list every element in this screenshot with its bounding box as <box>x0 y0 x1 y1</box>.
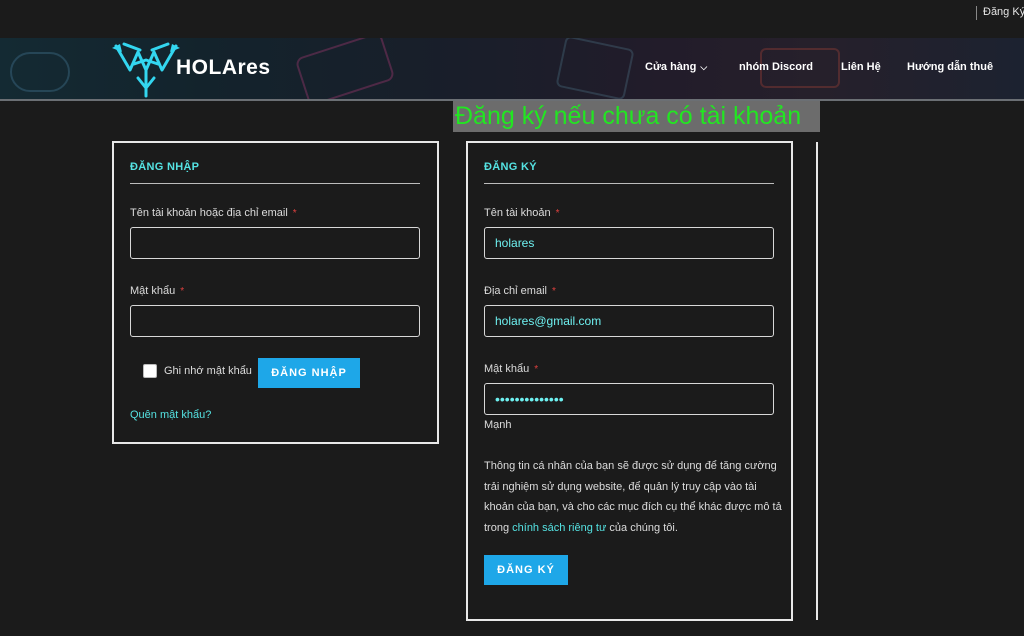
register-username-input[interactable]: holares <box>484 227 774 259</box>
login-username-input[interactable] <box>130 227 420 259</box>
register-form: ĐĂNG KÝ Tên tài khoản * holares Địa chỉ e… <box>466 141 793 621</box>
remember-me-checkbox[interactable] <box>143 364 157 378</box>
register-email-label-text: Địa chỉ email <box>484 285 547 297</box>
privacy-notice: Thông tin cá nhân của bạn sẽ được sử dụn… <box>484 456 784 538</box>
required-marker: * <box>551 286 556 297</box>
login-password-label-text: Mật khẩu <box>130 285 176 297</box>
nav-item-contact[interactable]: Liên Hệ <box>841 61 881 73</box>
header-decor <box>555 38 635 100</box>
login-username-label: Tên tài khoản hoặc địa chỉ email * <box>130 207 297 219</box>
sidebar-divider <box>816 142 818 620</box>
register-title: ĐĂNG KÝ <box>484 161 537 173</box>
register-username-label: Tên tài khoản * <box>484 207 560 219</box>
login-password-input[interactable] <box>130 305 420 337</box>
top-bar: Đăng Ký <box>0 0 1024 38</box>
brand-name[interactable]: HOLAres <box>176 56 271 80</box>
privacy-text-end: của chúng tôi. <box>606 521 678 534</box>
register-username-label-text: Tên tài khoản <box>484 207 551 219</box>
register-password-label: Mật khẩu * <box>484 363 538 375</box>
chevron-down-icon: ⌵ <box>700 62 708 72</box>
login-button[interactable]: ĐĂNG NHẬP <box>258 358 360 388</box>
login-username-label-text: Tên tài khoản hoặc địa chỉ email <box>130 207 288 219</box>
header-decor <box>10 52 70 92</box>
login-title-divider <box>130 183 420 184</box>
login-password-label: Mật khẩu * <box>130 285 184 297</box>
register-password-label-text: Mật khẩu <box>484 363 530 375</box>
nav-item-rental-guide[interactable]: Hướng dẫn thuê <box>907 61 993 73</box>
remember-me-label[interactable]: Ghi nhớ mật khẩu <box>164 365 252 377</box>
register-email-input[interactable]: holares@gmail.com <box>484 305 774 337</box>
forgot-password-link[interactable]: Quên mật khẩu? <box>130 409 211 421</box>
login-title: ĐĂNG NHẬP <box>130 161 200 173</box>
register-email-label: Địa chỉ email * <box>484 285 556 297</box>
nav-item-label: Cửa hàng <box>645 61 697 73</box>
required-marker: * <box>180 286 185 297</box>
nav-item-discord[interactable]: nhóm Discord <box>739 61 813 73</box>
register-password-input[interactable]: •••••••••••••• <box>484 383 774 415</box>
top-register-link[interactable]: Đăng Ký <box>983 6 1024 18</box>
login-form: ĐĂNG NHẬP Tên tài khoản hoặc địa chỉ ema… <box>112 141 439 444</box>
register-hint-banner: Đăng ký nếu chưa có tài khoản <box>453 101 820 132</box>
required-marker: * <box>555 208 560 219</box>
register-title-divider <box>484 183 774 184</box>
privacy-policy-link[interactable]: chính sách riêng tư <box>512 522 606 534</box>
password-strength-indicator: Mạnh <box>484 419 512 431</box>
register-button[interactable]: ĐĂNG KÝ <box>484 555 568 585</box>
header-decor <box>294 38 396 100</box>
required-marker: * <box>292 208 297 219</box>
top-bar-divider <box>976 6 977 20</box>
nav-item-shop[interactable]: Cửa hàng ⌵ <box>645 61 707 73</box>
required-marker: * <box>534 364 539 375</box>
